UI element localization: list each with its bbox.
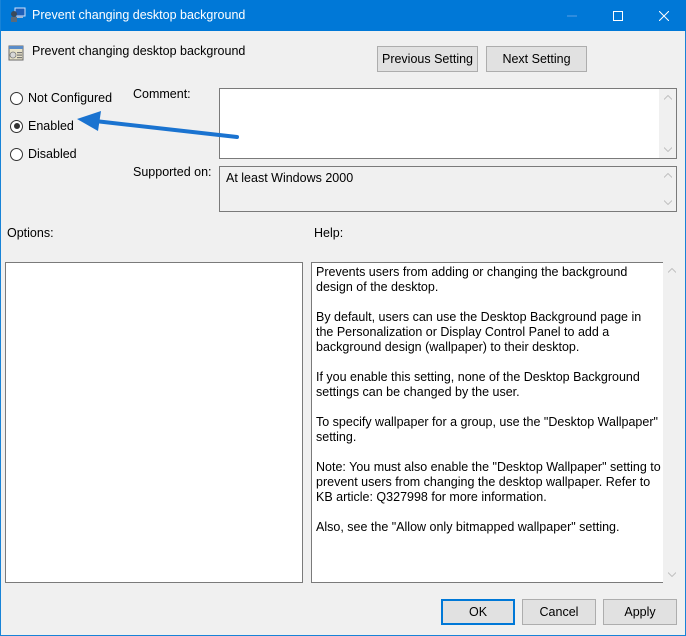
help-paragraph: Also, see the "Allow only bitmapped wall… xyxy=(316,520,620,534)
radio-button[interactable] xyxy=(10,91,23,105)
options-label: Options: xyxy=(7,226,54,240)
close-icon xyxy=(659,10,669,21)
help-text: Prevents users from adding or changing t… xyxy=(316,265,661,550)
close-button[interactable] xyxy=(641,0,686,31)
policy-setting-icon xyxy=(8,45,24,61)
window-title: Prevent changing desktop background xyxy=(32,8,246,22)
radio-label: Not Configured xyxy=(28,91,113,105)
radio-label: Disabled xyxy=(28,147,77,161)
ok-button[interactable]: OK xyxy=(441,599,515,625)
help-scrollbar[interactable] xyxy=(663,262,680,583)
comment-label: Comment: xyxy=(133,87,191,101)
help-paragraph: Note: You must also enable the "Desktop … xyxy=(316,460,661,504)
scroll-down-button[interactable] xyxy=(659,194,676,211)
cancel-button[interactable]: Cancel xyxy=(522,599,596,625)
scroll-down-button[interactable] xyxy=(659,141,676,158)
chevron-up-icon xyxy=(663,95,672,100)
minimize-icon xyxy=(567,15,577,16)
radio-enabled[interactable]: Enabled xyxy=(10,119,74,133)
help-panel: Prevents users from adding or changing t… xyxy=(311,262,677,583)
next-setting-button[interactable]: Next Setting xyxy=(486,46,587,72)
scroll-up-button[interactable] xyxy=(659,167,676,184)
maximize-button[interactable] xyxy=(595,0,641,31)
apply-button[interactable]: Apply xyxy=(603,599,677,625)
supported-on-value: At least Windows 2000 xyxy=(226,171,354,185)
scroll-up-button[interactable] xyxy=(659,89,676,106)
comment-scrollbar[interactable] xyxy=(659,89,676,158)
radio-disabled[interactable]: Disabled xyxy=(10,147,77,161)
radio-button[interactable] xyxy=(10,119,23,133)
help-paragraph: To specify wallpaper for a group, use th… xyxy=(316,415,658,444)
title-bar[interactable]: Prevent changing desktop background xyxy=(1,0,686,31)
help-paragraph: If you enable this setting, none of the … xyxy=(316,370,640,399)
help-paragraph: By default, users can use the Desktop Ba… xyxy=(316,310,642,354)
help-paragraph: Prevents users from adding or changing t… xyxy=(316,265,628,294)
chevron-down-icon xyxy=(663,200,672,205)
policy-dialog: Prevent changing desktop background Prev… xyxy=(0,0,686,636)
options-panel xyxy=(5,262,303,583)
minimize-button[interactable] xyxy=(549,0,595,31)
previous-setting-button[interactable]: Previous Setting xyxy=(377,46,478,72)
radio-not-configured[interactable]: Not Configured xyxy=(10,91,112,105)
policy-name: Prevent changing desktop background xyxy=(32,44,246,58)
chevron-down-icon xyxy=(663,147,672,152)
chevron-down-icon xyxy=(667,572,676,577)
radio-button[interactable] xyxy=(10,147,23,161)
radio-label: Enabled xyxy=(28,119,74,133)
supported-on-label: Supported on: xyxy=(133,165,212,179)
scroll-down-button[interactable] xyxy=(663,566,680,583)
supported-scrollbar[interactable] xyxy=(659,167,676,211)
chevron-up-icon xyxy=(667,268,676,273)
scroll-up-button[interactable] xyxy=(663,262,680,279)
help-label: Help: xyxy=(314,226,344,240)
supported-on-field: At least Windows 2000 xyxy=(219,166,677,212)
comment-field[interactable] xyxy=(219,88,677,159)
group-policy-computer-icon xyxy=(11,7,26,22)
maximize-icon xyxy=(613,10,623,21)
chevron-up-icon xyxy=(663,173,672,178)
